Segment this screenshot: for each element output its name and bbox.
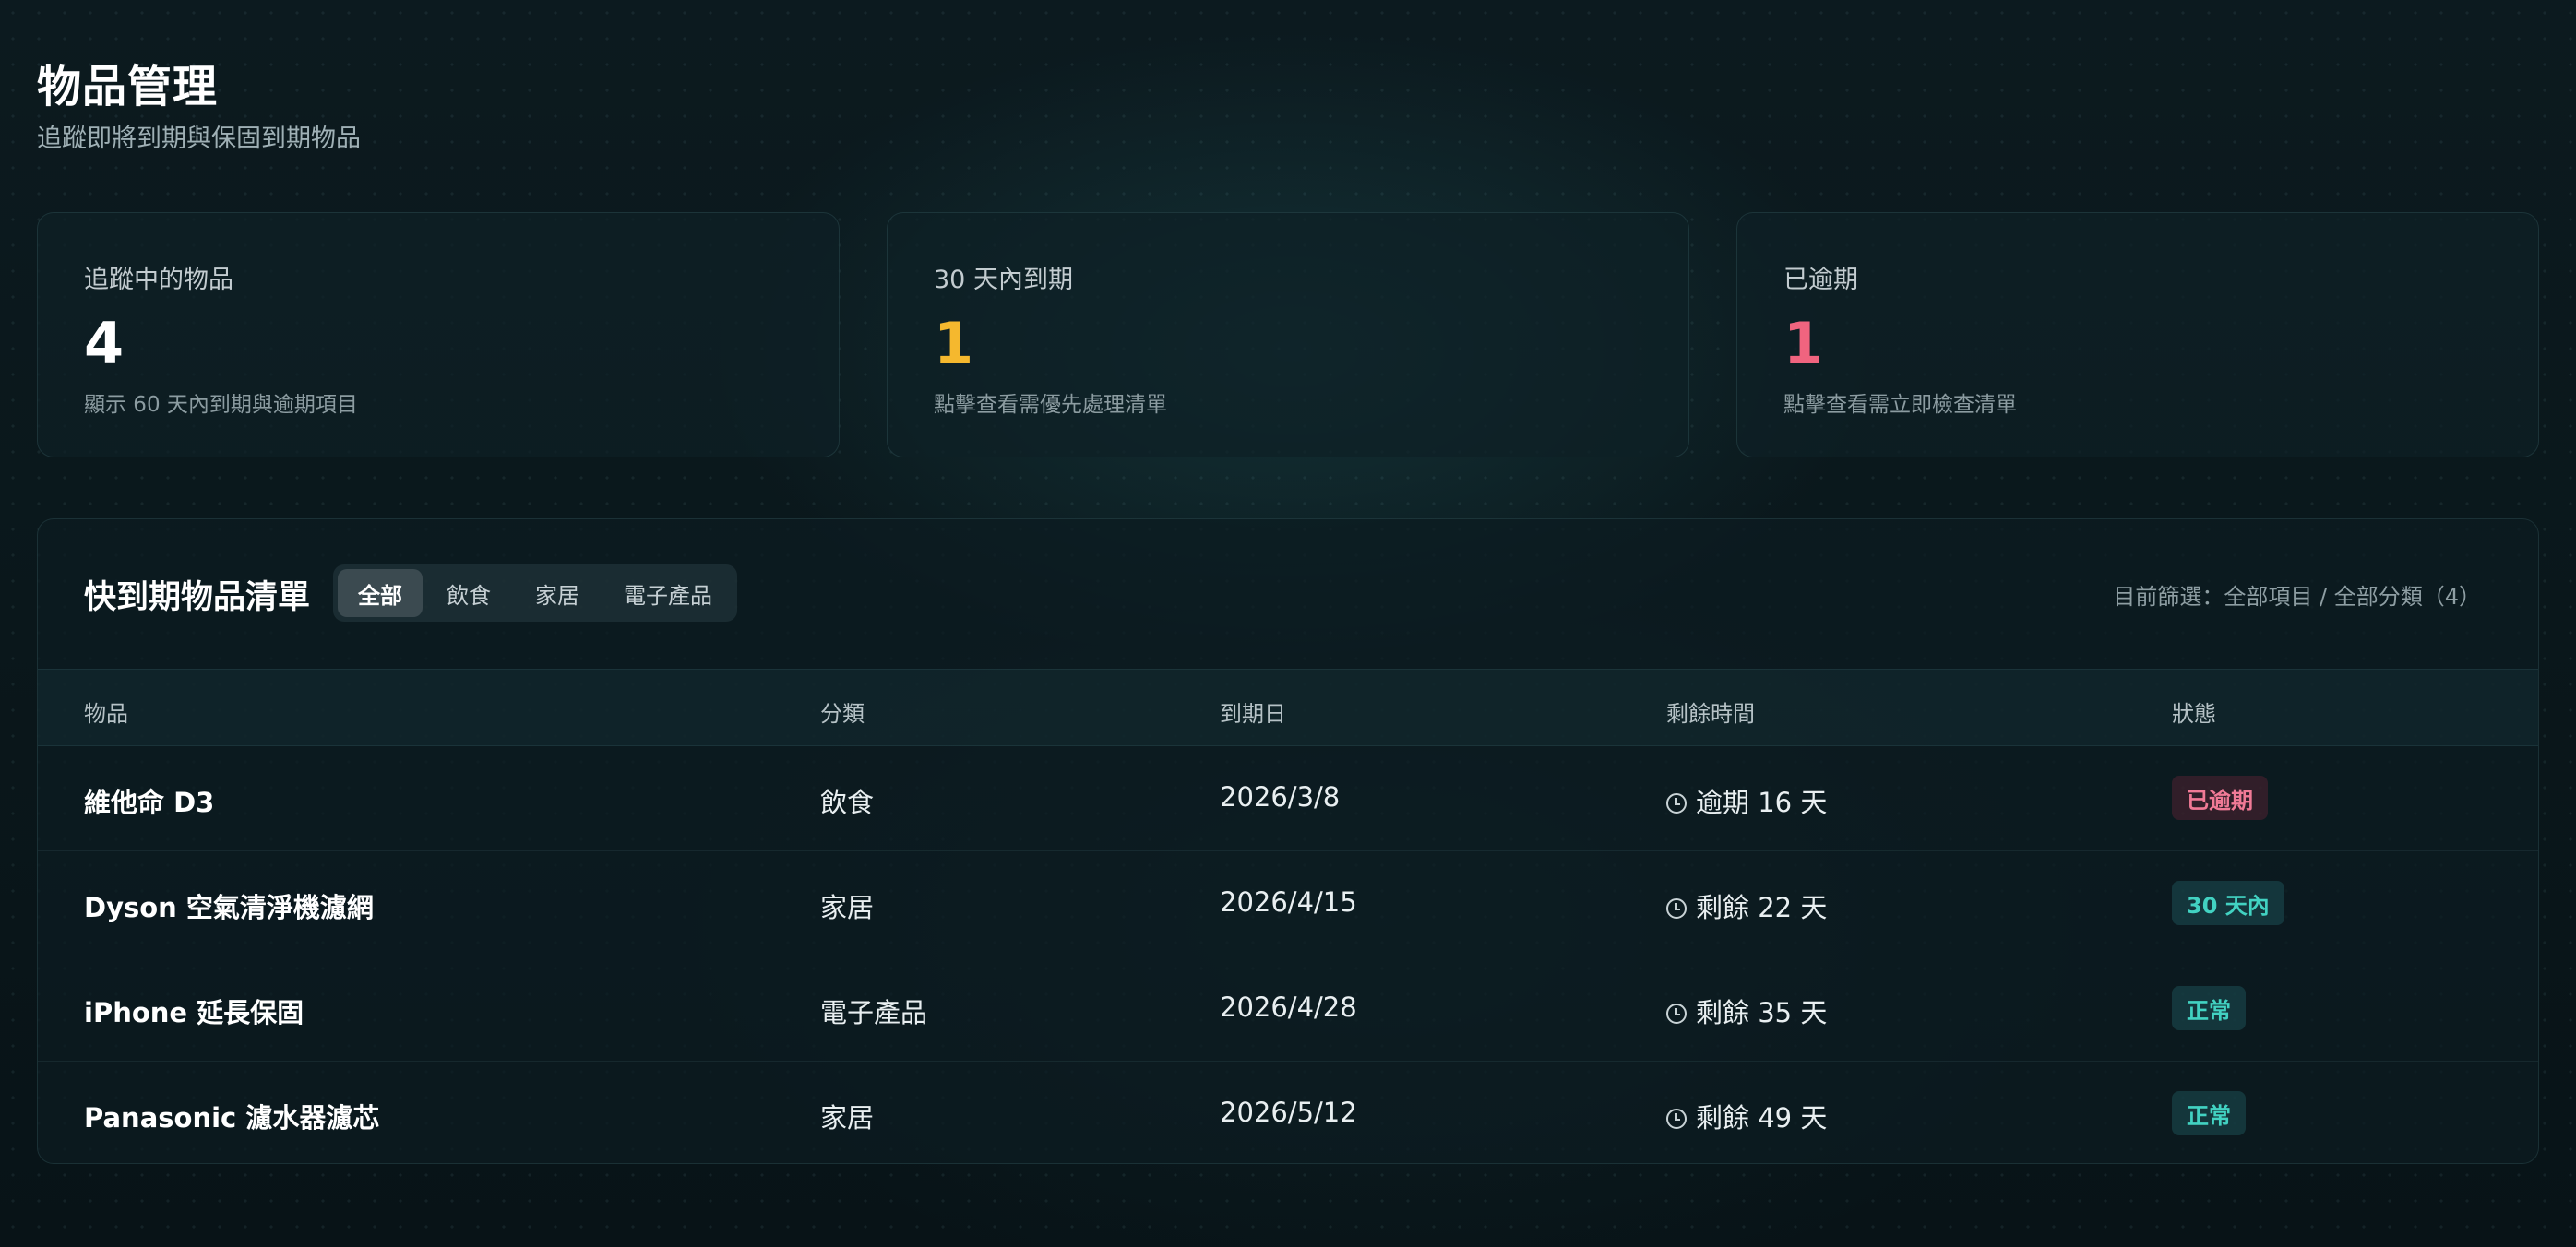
tab-home[interactable]: 家居 [515, 569, 600, 617]
status-badge: 30 天內 [2172, 881, 2284, 925]
item-expiry-date: 2026/4/15 [1220, 886, 1357, 918]
table-row[interactable]: Dyson 空氣清淨機濾網 家居 2026/4/15 剩餘 22 天 30 天內 [38, 851, 2538, 956]
item-category: 家居 [820, 1102, 875, 1134]
stat-label: 30 天內到期 [934, 266, 1073, 294]
status-badge: 正常 [2172, 986, 2246, 1030]
stat-label: 追蹤中的物品 [84, 266, 233, 294]
stat-value: 1 [1783, 310, 1824, 377]
item-expiry-date: 2026/3/8 [1220, 781, 1341, 813]
page-title: 物品管理 [37, 61, 219, 113]
item-category: 電子產品 [820, 997, 928, 1028]
column-header-status[interactable]: 狀態 [2172, 695, 2216, 728]
stat-card-due-30-days[interactable]: 30 天內到期 1 點擊查看需優先處理清單 [887, 212, 1689, 457]
item-remaining: 剩餘 35 天 [1666, 992, 1827, 1030]
item-remaining: 剩餘 49 天 [1666, 1097, 1827, 1135]
stat-card-overdue[interactable]: 已逾期 1 點擊查看需立即檢查清單 [1736, 212, 2539, 457]
filter-status: 目前篩選：全部項目 / 全部分類（4） [2113, 584, 2481, 610]
tab-food[interactable]: 飲食 [426, 569, 511, 617]
item-expiry-date: 2026/4/28 [1220, 992, 1357, 1023]
item-remaining: 剩餘 22 天 [1666, 886, 1827, 925]
stat-description: 點擊查看需立即檢查清單 [1783, 393, 2017, 417]
column-header-expiry-date[interactable]: 到期日 [1220, 695, 1286, 728]
remaining-text: 剩餘 22 天 [1696, 892, 1828, 923]
column-header-item[interactable]: 物品 [84, 695, 128, 728]
clock-icon [1666, 898, 1687, 919]
item-name: Dyson 空氣清淨機濾網 [84, 892, 374, 923]
remaining-text: 逾期 16 天 [1696, 787, 1828, 818]
table-header: 物品 分類 到期日 剩餘時間 狀態 [38, 669, 2538, 746]
stat-value: 4 [84, 310, 125, 377]
item-name: 維他命 D3 [84, 787, 215, 818]
table-row[interactable]: Panasonic 濾水器濾芯 家居 2026/5/12 剩餘 49 天 正常 [38, 1062, 2538, 1163]
clock-icon [1666, 793, 1687, 814]
item-category: 飲食 [820, 787, 875, 818]
table-row[interactable]: iPhone 延長保固 電子產品 2026/4/28 剩餘 35 天 正常 [38, 956, 2538, 1062]
tab-all[interactable]: 全部 [338, 569, 423, 617]
item-category: 家居 [820, 892, 875, 923]
stat-description: 點擊查看需優先處理清單 [934, 393, 1167, 417]
clock-icon [1666, 1109, 1687, 1129]
page-subtitle: 追蹤即將到期與保固到期物品 [37, 125, 361, 153]
table-row[interactable]: 維他命 D3 飲食 2026/3/8 逾期 16 天 已逾期 [38, 746, 2538, 851]
expiring-items-panel: 快到期物品清單 全部 飲食 家居 電子產品 目前篩選：全部項目 / 全部分類（4… [37, 518, 2539, 1164]
stat-label: 已逾期 [1783, 266, 1858, 294]
item-name: iPhone 延長保固 [84, 997, 304, 1028]
stat-description: 顯示 60 天內到期與逾期項目 [84, 393, 358, 417]
status-badge: 已逾期 [2172, 776, 2268, 820]
tab-electronics[interactable]: 電子產品 [603, 569, 733, 617]
remaining-text: 剩餘 49 天 [1696, 1102, 1828, 1134]
stat-card-tracked[interactable]: 追蹤中的物品 4 顯示 60 天內到期與逾期項目 [37, 212, 840, 457]
remaining-text: 剩餘 35 天 [1696, 997, 1828, 1028]
item-expiry-date: 2026/5/12 [1220, 1097, 1357, 1128]
clock-icon [1666, 1004, 1687, 1024]
panel-title: 快到期物品清單 [84, 579, 311, 616]
category-tabs: 全部 飲食 家居 電子產品 [333, 564, 737, 622]
column-header-category[interactable]: 分類 [820, 695, 865, 728]
status-badge: 正常 [2172, 1091, 2246, 1135]
item-name: Panasonic 濾水器濾芯 [84, 1102, 380, 1134]
column-header-remaining[interactable]: 剩餘時間 [1666, 695, 1755, 728]
item-remaining: 逾期 16 天 [1666, 781, 1827, 820]
stat-value: 1 [934, 310, 974, 377]
